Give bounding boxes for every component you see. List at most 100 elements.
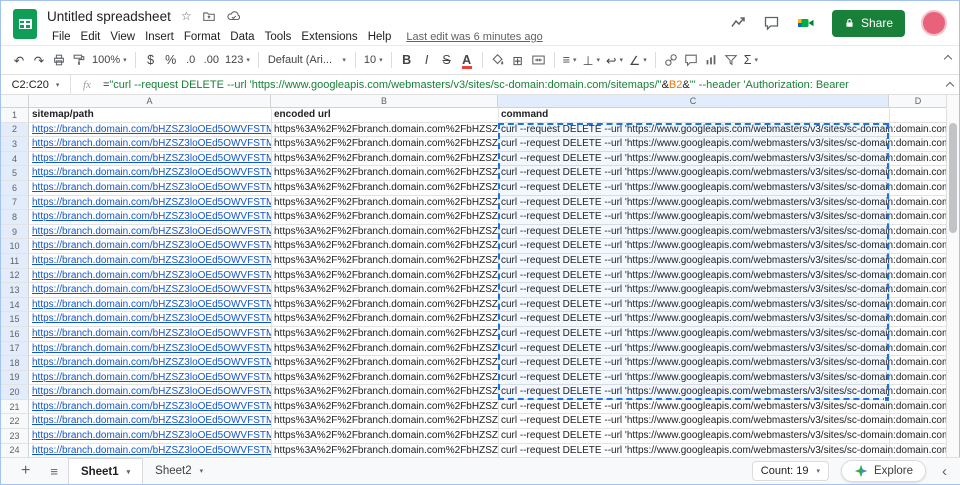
row-header-4[interactable]: 4 [1,152,29,166]
row-header-2[interactable]: 2 [1,123,29,137]
cell-link[interactable]: https://branch.domain.com/bHZSZ3loOEd5OW… [32,299,271,310]
name-box[interactable]: C2:C20 ▾ [1,75,71,94]
cell-link[interactable]: https://branch.domain.com/bHZSZ3loOEd5OW… [32,124,271,135]
cell-B4[interactable]: https%3A%2F%2Fbranch.domain.com%2FbHZSZ3… [271,152,498,166]
cell-C21[interactable]: curl --request DELETE --url 'https://www… [498,400,948,414]
cell-B8[interactable]: https%3A%2F%2Fbranch.domain.com%2FbHZSZ3… [271,210,498,224]
cell-B6[interactable]: https%3A%2F%2Fbranch.domain.com%2FbHZSZ3… [271,181,498,195]
cell-A19[interactable]: https://branch.domain.com/bHZSZ3loOEd5OW… [29,371,271,385]
cell-A24[interactable]: https://branch.domain.com/bHZSZ3loOEd5OW… [29,444,271,458]
cell-A4[interactable]: https://branch.domain.com/bHZSZ3loOEd5OW… [29,152,271,166]
cell-C8[interactable]: curl --request DELETE --url 'https://www… [498,210,948,224]
cell-C22[interactable]: curl --request DELETE --url 'https://www… [498,414,948,428]
menu-extensions[interactable]: Extensions [296,29,362,45]
cell-A3[interactable]: https://branch.domain.com/bHZSZ3loOEd5OW… [29,137,271,151]
row-header-13[interactable]: 13 [1,283,29,297]
comment-history-icon[interactable] [763,15,780,31]
cell-A10[interactable]: https://branch.domain.com/bHZSZ3loOEd5OW… [29,239,271,253]
cell-link[interactable]: https://branch.domain.com/bHZSZ3loOEd5OW… [32,167,271,178]
cell-C20[interactable]: curl --request DELETE --url 'https://www… [498,385,948,399]
cell-link[interactable]: https://branch.domain.com/bHZSZ3loOEd5OW… [32,284,271,295]
merge-cells-button[interactable] [528,48,549,72]
cell-link[interactable]: https://branch.domain.com/bHZSZ3loOEd5OW… [32,401,271,412]
cell-A7[interactable]: https://branch.domain.com/bHZSZ3loOEd5OW… [29,196,271,210]
move-folder-icon[interactable] [202,9,216,23]
cell-link[interactable]: https://branch.domain.com/bHZSZ3loOEd5OW… [32,445,271,456]
cell-C13[interactable]: curl --request DELETE --url 'https://www… [498,283,948,297]
insert-link-button[interactable] [661,48,681,72]
cell-B2[interactable]: https%3A%2F%2Fbranch.domain.com%2FbHZSZ3… [271,123,498,137]
cell-A15[interactable]: https://branch.domain.com/bHZSZ3loOEd5OW… [29,312,271,326]
share-button[interactable]: Share [832,10,905,37]
cell-A2[interactable]: https://branch.domain.com/bHZSZ3loOEd5OW… [29,123,271,137]
cell-B3[interactable]: https%3A%2F%2Fbranch.domain.com%2FbHZSZ3… [271,137,498,151]
cell-C7[interactable]: curl --request DELETE --url 'https://www… [498,196,948,210]
row-header-21[interactable]: 21 [1,400,29,414]
cell-link[interactable]: https://branch.domain.com/bHZSZ3loOEd5OW… [32,255,271,266]
cell-link[interactable]: https://branch.domain.com/bHZSZ3loOEd5OW… [32,372,271,383]
row-header-17[interactable]: 17 [1,342,29,356]
cell-A8[interactable]: https://branch.domain.com/bHZSZ3loOEd5OW… [29,210,271,224]
cell-C2[interactable]: curl --request DELETE --url 'https://www… [498,123,948,137]
row-header-7[interactable]: 7 [1,196,29,210]
cell-B7[interactable]: https%3A%2F%2Fbranch.domain.com%2FbHZSZ3… [271,196,498,210]
count-selector[interactable]: Count: 19 ▾ [752,461,829,481]
row-header-14[interactable]: 14 [1,298,29,312]
cell-A13[interactable]: https://branch.domain.com/bHZSZ3loOEd5OW… [29,283,271,297]
column-header-D[interactable]: D [889,95,948,107]
cell-C19[interactable]: curl --request DELETE --url 'https://www… [498,371,948,385]
cell-B1[interactable]: encoded url [271,108,498,122]
print-button[interactable] [49,48,69,72]
cell-C6[interactable]: curl --request DELETE --url 'https://www… [498,181,948,195]
text-rotation-button[interactable]: ∠▾ [626,48,650,72]
cell-A5[interactable]: https://branch.domain.com/bHZSZ3loOEd5OW… [29,166,271,180]
cell-B22[interactable]: https%3A%2F%2Fbranch.domain.com%2FbHZSZ3… [271,414,498,428]
cell-C15[interactable]: curl --request DELETE --url 'https://www… [498,312,948,326]
cell-C10[interactable]: curl --request DELETE --url 'https://www… [498,239,948,253]
sheets-logo[interactable] [13,9,37,39]
row-header-24[interactable]: 24 [1,444,29,458]
explore-button[interactable]: Explore [841,460,926,482]
cell-C18[interactable]: curl --request DELETE --url 'https://www… [498,356,948,370]
cell-C3[interactable]: curl --request DELETE --url 'https://www… [498,137,948,151]
menu-format[interactable]: Format [179,29,225,45]
tab-sheet2[interactable]: Sheet2 ▾ [143,458,215,484]
cell-A16[interactable]: https://branch.domain.com/bHZSZ3loOEd5OW… [29,327,271,341]
cell-link[interactable]: https://branch.domain.com/bHZSZ3loOEd5OW… [32,240,271,251]
decrease-decimal-button[interactable]: .0 [181,48,201,72]
cell-link[interactable]: https://branch.domain.com/bHZSZ3loOEd5OW… [32,343,271,354]
create-filter-button[interactable] [721,48,741,72]
cell-B13[interactable]: https%3A%2F%2Fbranch.domain.com%2FbHZSZ3… [271,283,498,297]
row-header-3[interactable]: 3 [1,137,29,151]
star-icon[interactable]: ☆ [181,9,192,23]
cell-A14[interactable]: https://branch.domain.com/bHZSZ3loOEd5OW… [29,298,271,312]
bold-button[interactable]: B [397,48,417,72]
row-header-16[interactable]: 16 [1,327,29,341]
cell-link[interactable]: https://branch.domain.com/bHZSZ3loOEd5OW… [32,415,271,426]
cell-A12[interactable]: https://branch.domain.com/bHZSZ3loOEd5OW… [29,269,271,283]
column-header-B[interactable]: B [271,95,498,107]
cell-B11[interactable]: https%3A%2F%2Fbranch.domain.com%2FbHZSZ3… [271,254,498,268]
account-avatar[interactable] [921,10,947,36]
formula-input[interactable]: ="curl --request DELETE --url 'https://w… [103,79,959,91]
menu-file[interactable]: File [47,29,76,45]
cell-C11[interactable]: curl --request DELETE --url 'https://www… [498,254,948,268]
cell-B10[interactable]: https%3A%2F%2Fbranch.domain.com%2FbHZSZ3… [271,239,498,253]
row-header-20[interactable]: 20 [1,385,29,399]
vertical-scrollbar[interactable] [946,95,959,459]
row-header-6[interactable]: 6 [1,181,29,195]
font-family-select[interactable]: Default (Ari...▾ [264,48,350,72]
cell-link[interactable]: https://branch.domain.com/bHZSZ3loOEd5OW… [32,328,271,339]
collapse-toolbar-icon[interactable] [944,55,952,63]
cell-link[interactable]: https://branch.domain.com/bHZSZ3loOEd5OW… [32,211,271,222]
strikethrough-button[interactable]: S [437,48,457,72]
select-all-corner[interactable] [1,95,29,107]
cell-C24[interactable]: curl --request DELETE --url 'https://www… [498,444,948,458]
version-history-icon[interactable] [730,15,747,31]
functions-button[interactable]: Σ▾ [741,48,761,72]
collapse-right-icon[interactable]: ‹ [938,463,951,480]
cell-B16[interactable]: https%3A%2F%2Fbranch.domain.com%2FbHZSZ3… [271,327,498,341]
row-header-11[interactable]: 11 [1,254,29,268]
increase-decimal-button[interactable]: .00 [201,48,222,72]
menu-view[interactable]: View [105,29,140,45]
